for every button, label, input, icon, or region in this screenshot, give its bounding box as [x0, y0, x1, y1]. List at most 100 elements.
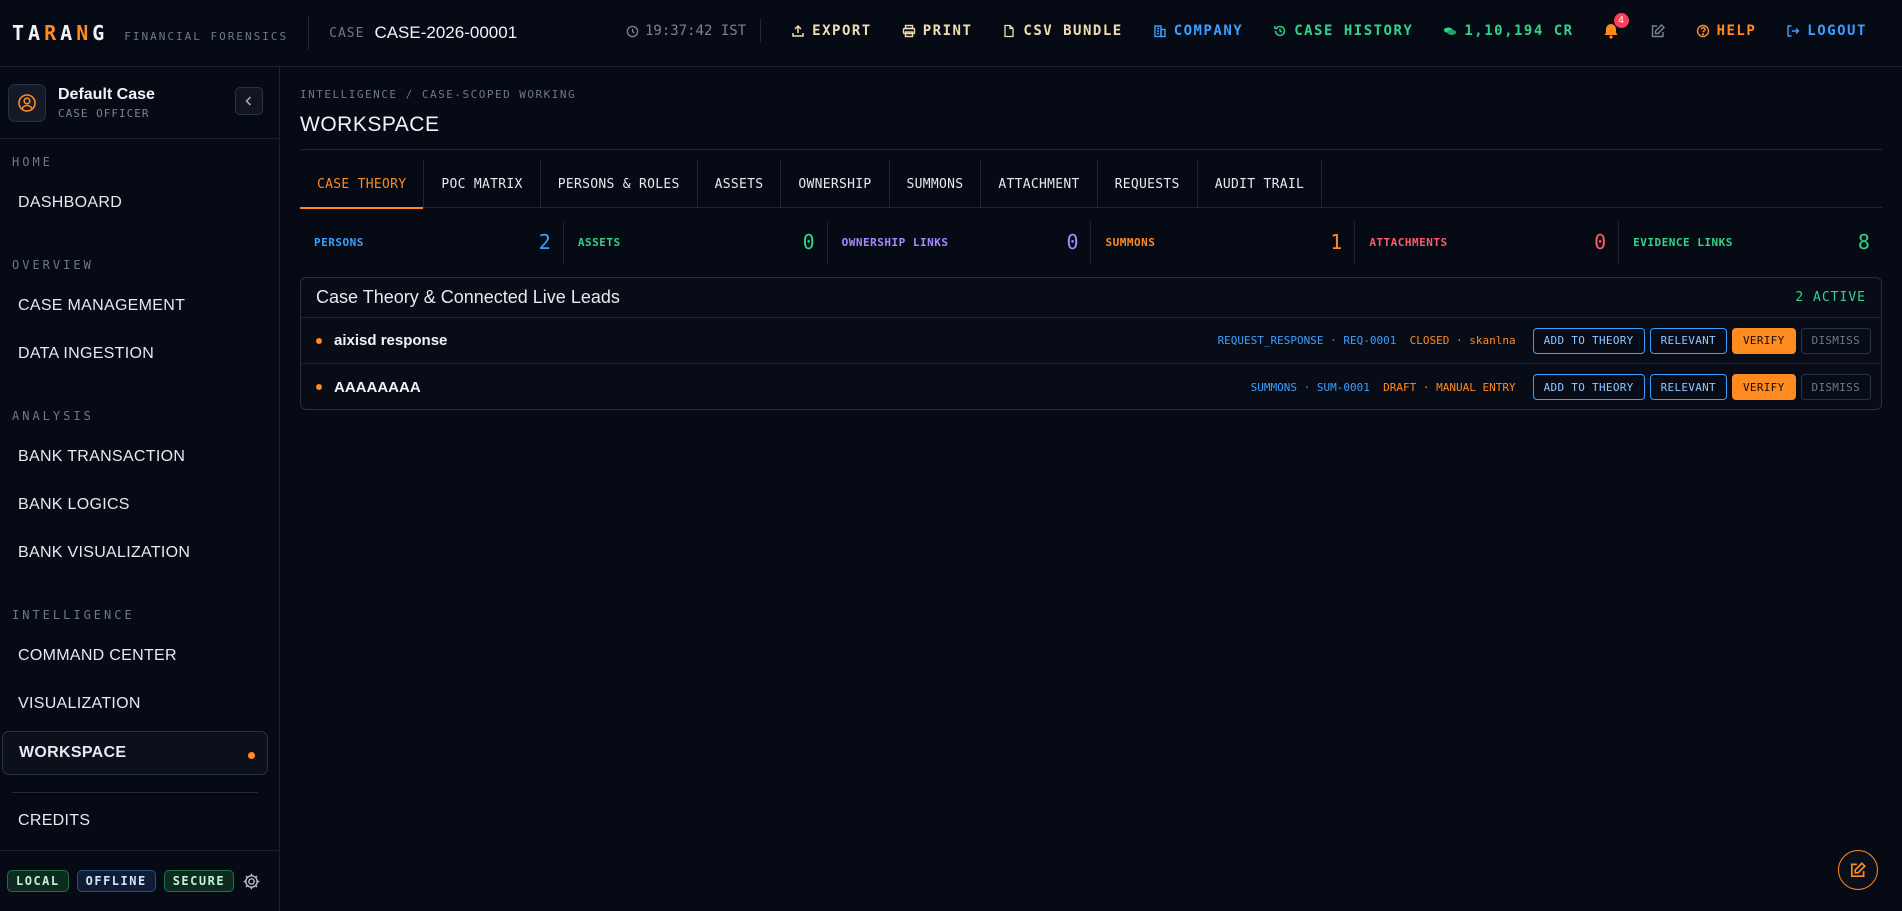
- stat-value: 1: [1330, 230, 1343, 254]
- sidebar: Default Case CASE OFFICER HOME DASHBOARD…: [0, 67, 280, 911]
- stat-label: PERSONS: [314, 235, 364, 249]
- lead-name: aixisd response: [334, 332, 448, 349]
- offline-status-badge: OFFLINE: [76, 870, 156, 892]
- help-icon: [1696, 24, 1709, 38]
- active-indicator-dot: [248, 752, 255, 759]
- export-button[interactable]: EXPORT: [791, 23, 872, 39]
- active-count: 2 ACTIVE: [1795, 290, 1866, 305]
- case-id[interactable]: CASE-2026-00001: [374, 23, 517, 43]
- tab-persons-roles[interactable]: PERSONS & ROLES: [541, 160, 698, 208]
- stat-label: EVIDENCE LINKS: [1633, 235, 1733, 249]
- csv-file-icon: [1004, 24, 1015, 38]
- tab-attachment[interactable]: ATTACHMENT: [981, 160, 1098, 208]
- user-info: Default Case CASE OFFICER: [58, 86, 155, 120]
- sidebar-item-dashboard[interactable]: DASHBOARD: [2, 181, 268, 225]
- divider: [12, 792, 258, 793]
- collapse-sidebar-button[interactable]: [235, 87, 263, 115]
- add-to-theory-button[interactable]: ADD TO THEORY: [1532, 374, 1645, 400]
- tab-summons[interactable]: SUMMONS: [890, 160, 982, 208]
- sidebar-item-command-center[interactable]: COMMAND CENTER: [2, 634, 268, 678]
- add-to-theory-button[interactable]: ADD TO THEORY: [1532, 327, 1645, 354]
- secure-status-badge: SECURE: [163, 870, 235, 892]
- lead-name: AAAAAAAA: [334, 378, 421, 396]
- case-history-button[interactable]: CASE HISTORY: [1273, 23, 1413, 39]
- stat-evidence-links[interactable]: EVIDENCE LINKS 8: [1619, 221, 1882, 263]
- list-item[interactable]: aixisd response REQUEST_RESPONSE · REQ-0…: [301, 318, 1881, 364]
- verify-button[interactable]: VERIFY: [1731, 327, 1796, 354]
- sidebar-item-bank-transaction[interactable]: BANK TRANSACTION: [2, 435, 268, 479]
- sidebar-item-bank-logics[interactable]: BANK LOGICS: [2, 483, 268, 527]
- gear-icon[interactable]: [242, 872, 261, 891]
- user-circle-icon: [18, 93, 36, 112]
- verify-button[interactable]: VERIFY: [1731, 374, 1796, 400]
- stat-summons[interactable]: SUMMONS 1: [1091, 221, 1356, 263]
- case-label: CASE: [329, 25, 365, 41]
- floating-edit-button[interactable]: [1838, 850, 1878, 890]
- avatar: [8, 83, 46, 122]
- relevant-button[interactable]: RELEVANT: [1649, 374, 1727, 400]
- csv-bundle-button[interactable]: CSV BUNDLE: [1002, 23, 1122, 39]
- tab-poc-matrix[interactable]: POC MATRIX: [424, 160, 541, 208]
- tab-bar: CASE THEORY POC MATRIX PERSONS & ROLES A…: [300, 160, 1882, 209]
- edit-icon[interactable]: [1650, 23, 1666, 39]
- lead-status-dot: [316, 337, 322, 344]
- stat-attachments[interactable]: ATTACHMENTS 0: [1355, 221, 1620, 263]
- coins-icon: [1444, 27, 1457, 35]
- company-button[interactable]: COMPANY: [1153, 23, 1244, 39]
- stat-label: ASSETS: [577, 235, 621, 249]
- history-icon: [1274, 25, 1286, 37]
- sidebar-item-visualization[interactable]: VISUALIZATION: [2, 682, 268, 726]
- stat-label: ATTACHMENTS: [1369, 235, 1448, 249]
- print-button[interactable]: PRINT: [902, 23, 973, 39]
- local-status-badge: LOCAL: [7, 870, 69, 892]
- stat-value: 0: [802, 230, 815, 254]
- stat-value: 2: [538, 230, 551, 254]
- export-icon: [792, 24, 804, 37]
- lead-meta: REQUEST_RESPONSE · REQ-0001 CLOSED · ska…: [1218, 334, 1516, 347]
- dismiss-button[interactable]: DISMISS: [1800, 374, 1871, 400]
- logout-button[interactable]: LOGOUT: [1786, 23, 1867, 39]
- brand-tagline: FINANCIAL FORENSICS: [124, 30, 289, 43]
- stat-label: OWNERSHIP LINKS: [841, 235, 949, 249]
- tab-ownership[interactable]: OWNERSHIP: [781, 160, 890, 208]
- tab-audit-trail[interactable]: AUDIT TRAIL: [1198, 160, 1323, 208]
- top-bar: TARANG FINANCIAL FORENSICS CASE CASE-202…: [0, 0, 1902, 67]
- dismiss-button[interactable]: DISMISS: [1800, 327, 1871, 354]
- lead-reference: REQUEST_RESPONSE · REQ-0001: [1217, 334, 1397, 347]
- logo[interactable]: TARANG: [12, 21, 108, 45]
- sidebar-item-credits[interactable]: CREDITS: [2, 799, 268, 843]
- relevant-button[interactable]: RELEVANT: [1649, 327, 1727, 354]
- chevron-left-icon: [245, 96, 252, 106]
- stat-ownership-links[interactable]: OWNERSHIP LINKS 0: [828, 221, 1092, 263]
- printer-icon: [902, 24, 915, 38]
- building-icon: [1153, 25, 1166, 38]
- top-actions: 19:37:42 IST EXPORT PRINT CSV BUNDLE COM…: [626, 0, 1867, 62]
- stat-assets[interactable]: ASSETS 0: [564, 221, 828, 263]
- stat-persons[interactable]: PERSONS 2: [300, 221, 564, 263]
- status-row: LOCAL OFFLINE SECURE: [0, 850, 280, 911]
- nav-section-intelligence: INTELLIGENCE: [12, 608, 135, 622]
- breadcrumb: INTELLIGENCE / CASE-SCOPED WORKING: [300, 88, 577, 101]
- stat-value: 8: [1857, 230, 1870, 254]
- help-button[interactable]: HELP: [1696, 23, 1757, 39]
- lead-meta: SUMMONS · SUM-0001 DRAFT · MANUAL ENTRY: [1251, 381, 1516, 394]
- stats-row: PERSONS 2 ASSETS 0 OWNERSHIP LINKS 0 SUM…: [300, 221, 1882, 263]
- sidebar-item-data-ingestion[interactable]: DATA INGESTION: [2, 332, 268, 376]
- sidebar-item-workspace[interactable]: WORKSPACE: [2, 731, 268, 775]
- tab-assets[interactable]: ASSETS: [698, 160, 782, 208]
- list-item[interactable]: AAAAAAAA SUMMONS · SUM-0001 DRAFT · MANU…: [301, 364, 1881, 410]
- tab-case-theory[interactable]: CASE THEORY: [300, 160, 425, 209]
- user-name: Default Case: [58, 85, 155, 103]
- sidebar-item-case-management[interactable]: CASE MANAGEMENT: [2, 284, 268, 328]
- stat-value: 0: [1594, 230, 1607, 254]
- user-role: CASE OFFICER: [58, 106, 150, 120]
- credits-balance[interactable]: 1,10,194 CR: [1443, 23, 1573, 39]
- lead-status: DRAFT · MANUAL ENTRY: [1383, 380, 1516, 394]
- sidebar-item-bank-visualization[interactable]: BANK VISUALIZATION: [2, 531, 268, 575]
- notifications-button[interactable]: 4: [1602, 13, 1629, 40]
- divider: [300, 149, 1882, 150]
- tab-requests[interactable]: REQUESTS: [1098, 160, 1198, 208]
- logout-icon: [1787, 25, 1800, 37]
- clock-time: 19:37:42 IST: [645, 23, 747, 39]
- stat-label: SUMMONS: [1105, 235, 1156, 249]
